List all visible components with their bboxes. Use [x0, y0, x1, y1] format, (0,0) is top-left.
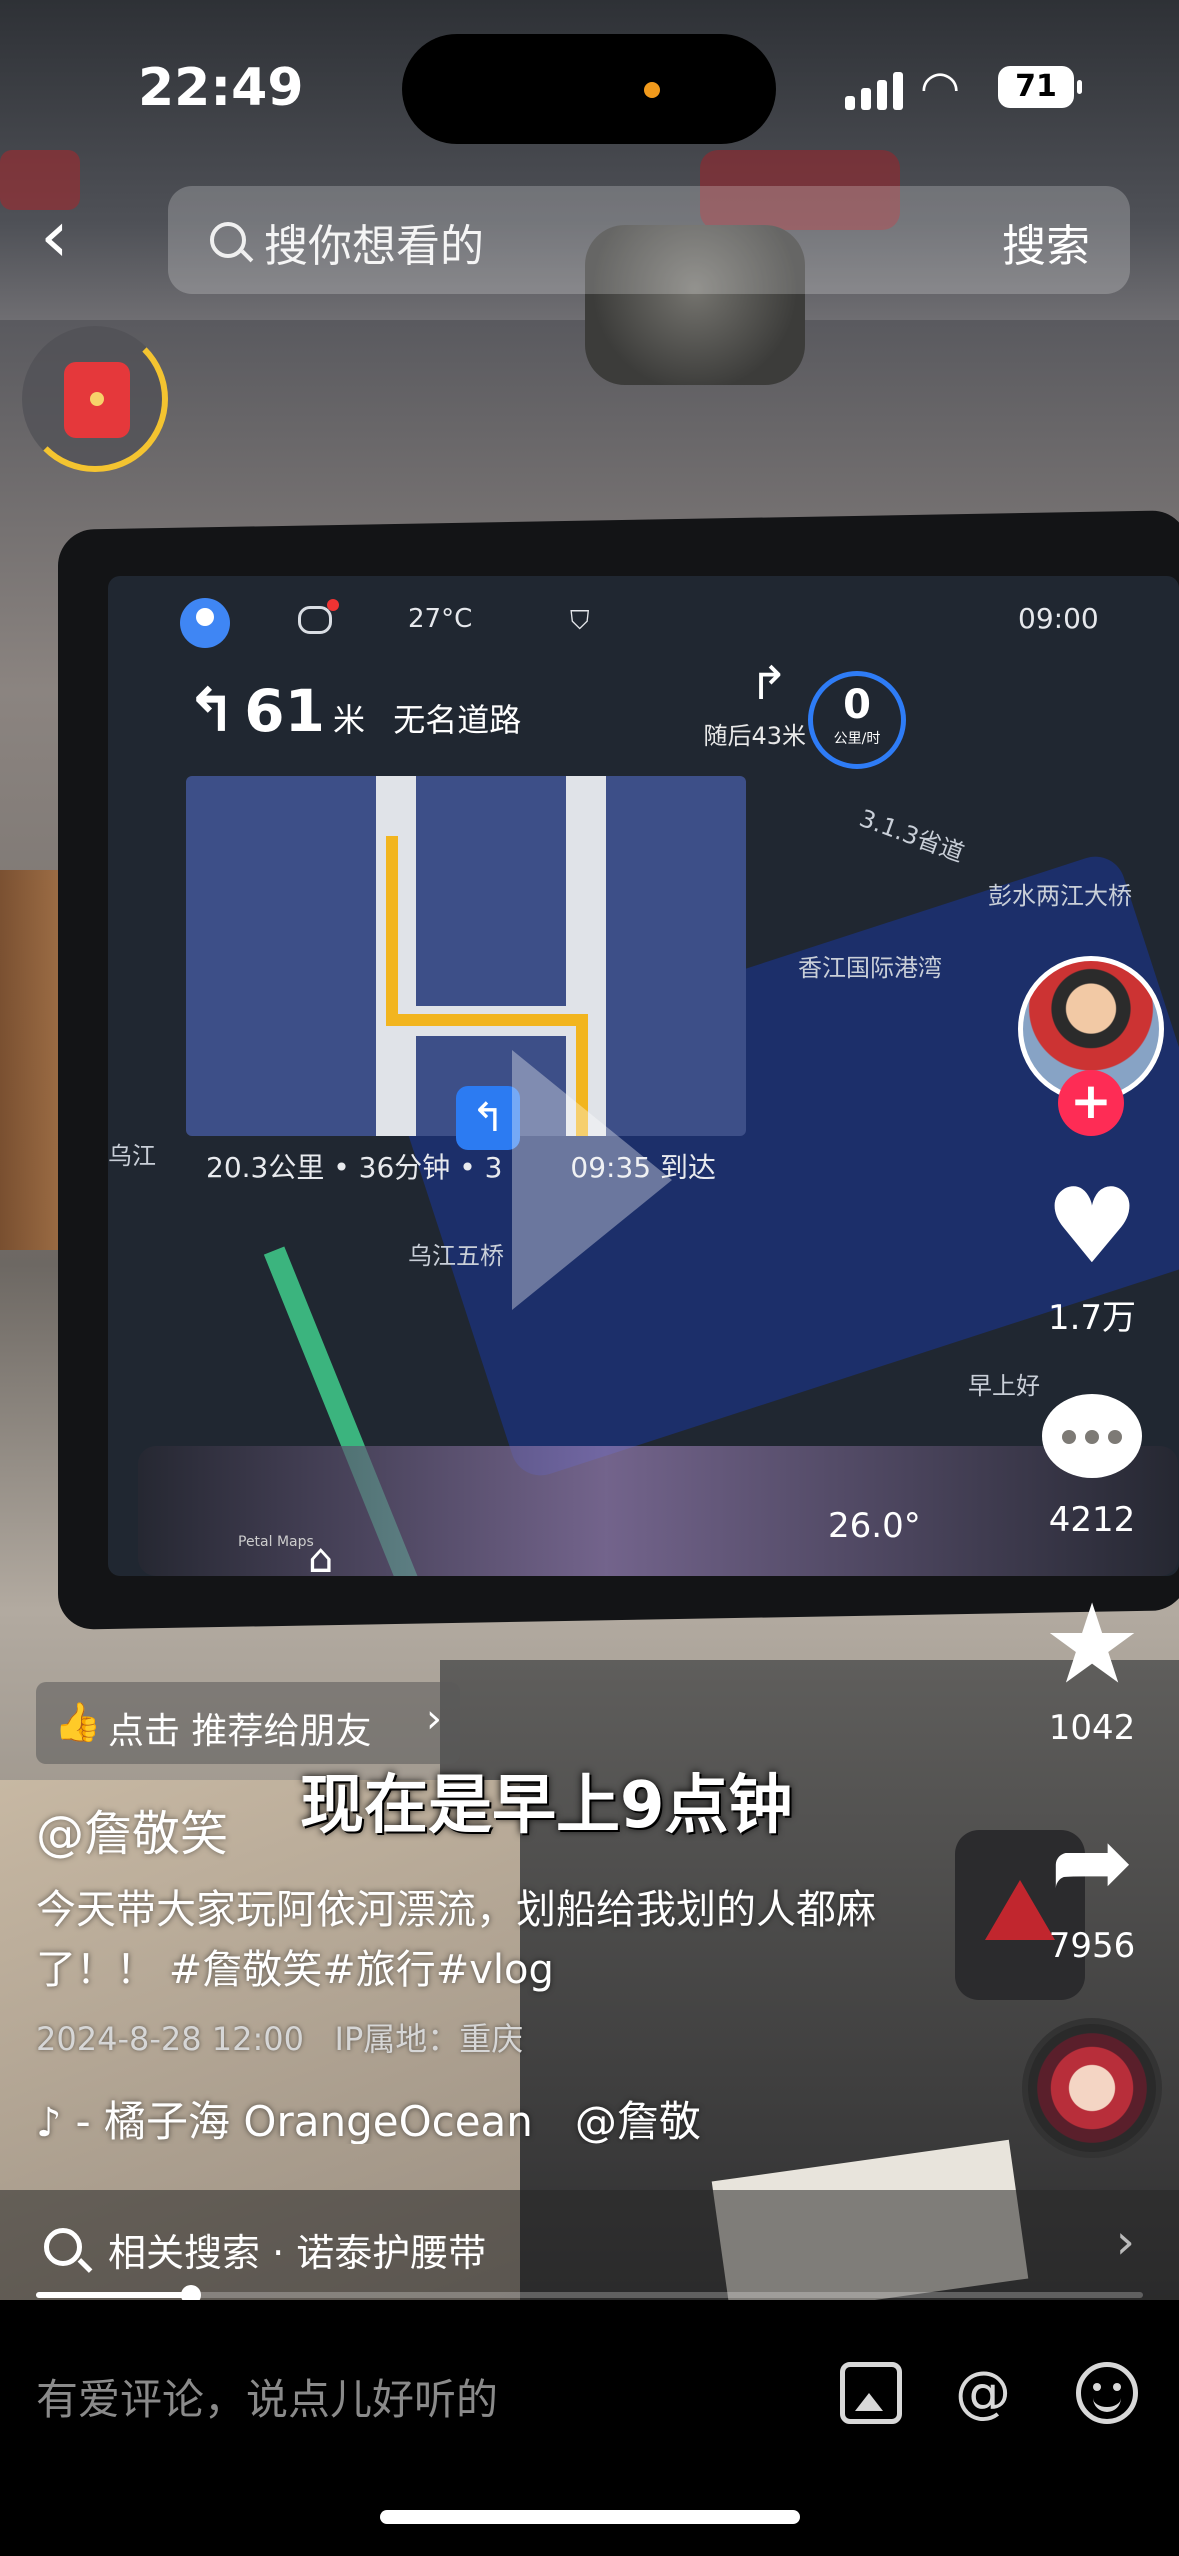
dynamic-island: [402, 34, 776, 144]
like-count: 1.7万: [1047, 1298, 1137, 1338]
red-packet-icon: [64, 362, 130, 438]
share-button[interactable]: ➦: [1042, 1812, 1142, 1912]
video-nav-trip-lights: 3: [484, 1151, 503, 1184]
recommend-label: 点击 推荐给朋友: [108, 1711, 372, 1752]
video-speed-value: 0: [843, 682, 871, 728]
status-time: 22:49: [138, 58, 304, 118]
related-search-bar[interactable]: 相关搜索 · 诺泰护腰带 ›: [0, 2190, 1179, 2300]
favorite-button[interactable]: ★: [1042, 1580, 1142, 1708]
search-icon: [44, 2228, 82, 2266]
video-screen-message-icon: [298, 599, 339, 634]
search-button[interactable]: 搜索: [1002, 210, 1090, 274]
at-icon[interactable]: @: [952, 2362, 1014, 2424]
post-meta: 2024-8-28 12:00 IP属地：重庆: [36, 2014, 523, 2060]
chevron-right-icon: ›: [1115, 2214, 1135, 2270]
chevron-right-icon: ›: [426, 1696, 442, 1742]
battery-icon: 71: [998, 66, 1082, 108]
back-arrow-icon[interactable]: ‹: [40, 196, 100, 286]
like-button[interactable]: ♥: [1042, 1165, 1142, 1287]
search-input[interactable]: 搜你想看的: [264, 210, 484, 274]
author-name[interactable]: @詹敬笑: [36, 1794, 228, 1864]
battery-level: 71: [1015, 69, 1057, 104]
video-nav-card: ↰ 61 米 无名道路 ↱ 随后43米 ↰ 20.3公里 • 36分钟 • 3 09…: [186, 656, 806, 1196]
share-arrow-icon: ➦: [1050, 1803, 1134, 1920]
heart-icon: ♥: [1045, 1165, 1139, 1287]
video-route-yellow-a: [386, 836, 398, 1026]
video-caption: 现在是早上9点钟: [300, 1769, 793, 1843]
thumbs-up-icon: 👍: [54, 1700, 102, 1744]
cellular-signal-icon: [845, 70, 905, 110]
music-note-icon: ♪: [36, 2100, 62, 2144]
music-track[interactable]: ♪ - 橘子海 OrangeOcean @詹敬: [36, 2088, 736, 2144]
post-ip-location: IP属地：重庆: [334, 2020, 524, 2058]
video-nav-trip-summary: 20.3公里 • 36分钟 •: [206, 1151, 476, 1184]
mic-indicator-icon: [644, 82, 660, 98]
video-screen-temperature: 26.0°: [828, 1506, 921, 1546]
video-screen-app-credit: Petal Maps: [238, 1534, 314, 1550]
related-search-label: 相关搜索 · 诺泰护腰带: [108, 2231, 487, 2275]
video-map-label: 乌江: [108, 1142, 156, 1170]
video-progress-fill: [36, 2292, 191, 2298]
video-map-label: 3.1.3省道: [855, 804, 968, 868]
video-nav-road: 无名道路: [393, 701, 522, 739]
search-icon: [210, 222, 246, 258]
comment-button[interactable]: [1042, 1386, 1142, 1486]
video-map-label: 香江国际港湾: [798, 954, 942, 982]
video-screen-topbar: 27°C ⛉ 09:00: [108, 576, 1179, 648]
comment-input[interactable]: 有爱评论，说点儿好听的: [36, 2366, 498, 2427]
video-screen-clock: 09:00: [1018, 602, 1099, 635]
follow-plus-button[interactable]: +: [1058, 1070, 1124, 1136]
video-route-yellow-b: [386, 1014, 586, 1026]
home-indicator[interactable]: [380, 2510, 800, 2524]
video-nav-unit: 米: [333, 701, 366, 739]
video-speed-unit: 公里/时: [833, 731, 881, 747]
video-nav-then: 随后43米: [703, 722, 806, 750]
wifi-icon: ◠: [920, 60, 961, 114]
video-map-label: 早上好: [968, 1372, 1040, 1400]
post-date: 2024-8-28 12:00: [36, 2020, 304, 2058]
video-nav-distance-row: ↰ 61 米 无名道路: [186, 676, 521, 746]
favorite-count: 1042: [1048, 1708, 1136, 1748]
star-icon: ★: [1042, 1580, 1142, 1708]
turn-left-arrow-icon: ↰: [186, 676, 237, 746]
video-map-label: 彭水两江大桥: [988, 882, 1132, 910]
video-speed-indicator: 0 公里/时: [808, 671, 906, 769]
video-nav-trip: 20.3公里 • 36分钟 • 3: [206, 1146, 502, 1186]
turn-right-arrow-icon: ↱: [749, 656, 788, 710]
video-screen-shield-icon: ⛉: [570, 606, 590, 636]
search-bar[interactable]: 搜你想看的 搜索: [168, 186, 1130, 294]
video-screen-weather: 27°C: [408, 604, 473, 634]
music-track-label: - 橘子海 OrangeOcean @詹敬: [75, 2097, 701, 2144]
video-turn-left-icon: ↰: [456, 1086, 520, 1150]
share-count: 7956: [1048, 1926, 1136, 1966]
video-nav-distance: 61: [244, 677, 325, 745]
play-icon[interactable]: [512, 1050, 672, 1310]
comment-bubble-icon: [1042, 1394, 1142, 1478]
video-progress-bar[interactable]: [36, 2285, 1143, 2305]
video-screen-user-icon: [180, 598, 230, 648]
video-map-label: 乌江五桥: [408, 1242, 504, 1270]
image-icon[interactable]: [840, 2362, 902, 2424]
red-packet-widget[interactable]: [22, 326, 168, 472]
music-disc-avatar[interactable]: [1022, 2018, 1162, 2158]
emoji-icon[interactable]: [1076, 2362, 1138, 2424]
comment-count: 4212: [1048, 1500, 1136, 1540]
post-description[interactable]: 今天带大家玩阿依河漂流，划船给我划的人都麻了！！ #詹敬笑#旅行#vlog: [36, 1880, 936, 2000]
recommend-to-friend-button[interactable]: 👍 点击 推荐给朋友 ›: [36, 1682, 460, 1764]
